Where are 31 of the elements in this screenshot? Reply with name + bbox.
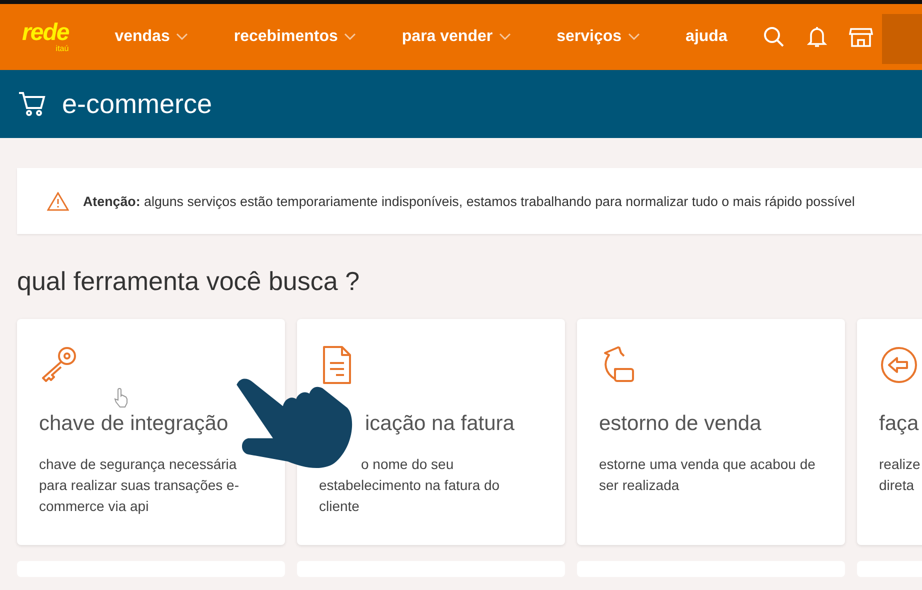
bell-icon[interactable] — [807, 26, 828, 48]
page-title: e-commerce — [62, 88, 212, 120]
tool-card[interactable]: chave de integração chave de segurança necessária para realizar suas transações e-commerce via api — [17, 319, 285, 545]
nav-menu-item[interactable]: para vender — [402, 28, 511, 46]
nav-menu-item[interactable]: recebimentos — [234, 28, 356, 46]
search-icon[interactable] — [763, 26, 786, 48]
user-button[interactable] — [882, 14, 922, 64]
hand-cursor-icon — [113, 388, 129, 408]
logo-subtext: itaú — [56, 45, 69, 53]
card-title: estorno de venda — [599, 412, 762, 436]
card-description: estorne uma venda que acabou de ser realizada — [599, 455, 816, 495]
nav-menu-item[interactable]: serviços — [556, 28, 640, 46]
tool-card[interactable]: icação na fatura o nome do seu estabelecimento na fatura do cliente — [297, 319, 565, 545]
card-description: o nome do seu estabelecimento na fatura do cliente — [319, 455, 501, 516]
tool-card[interactable]: estorno de venda estorne uma venda que acabou de ser realizada — [577, 319, 845, 545]
card-title: chave de integração — [39, 412, 230, 436]
card-description: realize direta — [879, 455, 922, 495]
nav-menu-item[interactable]: ajuda — [686, 28, 728, 46]
tool-card[interactable]: faça realize direta — [857, 319, 922, 545]
card-title: icação na fatura — [365, 412, 516, 436]
alert-message: Atenção: alguns serviços estão temporariamente indisponíveis, estamos trabalhando para normalizar tudo o mais rápido possível — [83, 194, 855, 208]
warning-icon — [47, 192, 69, 210]
key-icon — [39, 345, 79, 385]
store-icon[interactable] — [849, 26, 874, 48]
card-description: chave de segurança necessária para realizar suas transações e-commerce via api — [39, 455, 240, 516]
nav-menu-item[interactable]: vendas — [114, 28, 188, 46]
logo-text: rede — [22, 21, 69, 45]
left-arrow-circle-icon — [879, 345, 919, 385]
cart-icon — [18, 91, 46, 117]
card-title: faça — [879, 412, 920, 436]
section-heading: qual ferramenta você busca ? — [17, 266, 361, 297]
